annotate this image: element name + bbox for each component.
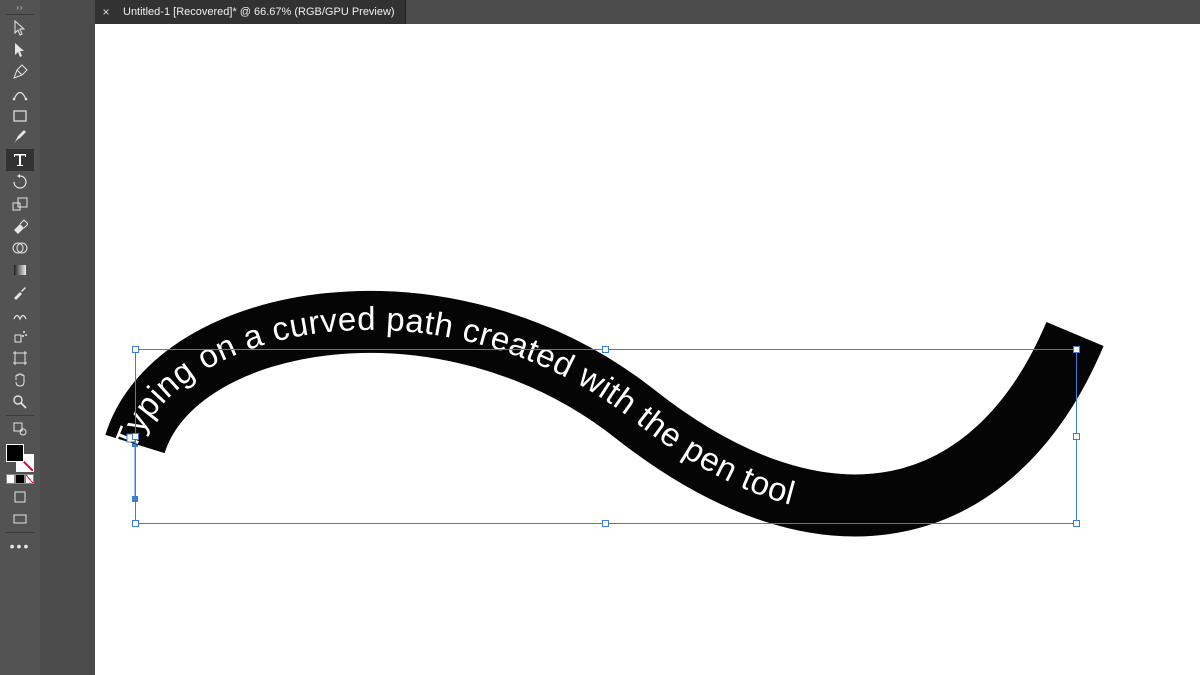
artboard-icon — [12, 350, 28, 366]
eraser-tool[interactable] — [6, 215, 34, 237]
gradient-icon — [12, 262, 28, 278]
separator — [6, 532, 34, 533]
rectangle-tool[interactable] — [6, 105, 34, 127]
rotate-tool[interactable] — [6, 171, 34, 193]
eyedropper-icon — [12, 284, 28, 300]
shape-builder-tool[interactable] — [6, 237, 34, 259]
curvature-icon — [12, 86, 28, 102]
spray-icon — [12, 328, 28, 344]
cursor-solid-icon — [12, 42, 28, 58]
document-tab-bar: × Untitled-1 [Recovered]* @ 66.67% (RGB/… — [95, 0, 1200, 24]
screen-mode[interactable] — [6, 508, 34, 530]
color-mode-gradient[interactable] — [15, 474, 24, 484]
app-root: ›› — [0, 0, 1200, 675]
document-tab-title: Untitled-1 [Recovered]* @ 66.67% (RGB/GP… — [123, 6, 395, 18]
resize-handle-ne[interactable] — [1073, 346, 1080, 353]
rotate-icon — [12, 174, 28, 190]
eraser-icon — [12, 218, 28, 234]
resize-handle-w[interactable] — [132, 433, 139, 440]
fill-color[interactable] — [6, 444, 24, 462]
panel-expand-grip[interactable]: ›› — [0, 2, 40, 12]
cursor-icon — [12, 20, 28, 36]
color-mode-none[interactable] — [25, 474, 34, 484]
hand-tool[interactable] — [6, 369, 34, 391]
blend-tool[interactable] — [6, 303, 34, 325]
tool-panel: ›› — [0, 0, 40, 675]
type-tool[interactable] — [6, 149, 34, 171]
resize-handle-nw[interactable] — [132, 346, 139, 353]
scale-tool[interactable] — [6, 193, 34, 215]
paintbrush-tool[interactable] — [6, 127, 34, 149]
drawmode-icon — [12, 489, 28, 505]
toggle-fill-stroke[interactable] — [6, 418, 34, 440]
color-mode-row — [6, 474, 34, 486]
resize-handle-e[interactable] — [1073, 433, 1080, 440]
color-mode-solid[interactable] — [6, 474, 15, 484]
type-icon — [12, 152, 28, 168]
edit-toolbar[interactable]: ••• — [6, 535, 34, 557]
canvas[interactable]: Typing on a curved path created with the… — [95, 24, 1200, 675]
resize-handle-s[interactable] — [602, 520, 609, 527]
more-icon: ••• — [10, 538, 31, 554]
fill-stroke-swatch[interactable] — [6, 444, 34, 472]
pen-icon — [12, 64, 28, 80]
document-tab[interactable]: × Untitled-1 [Recovered]* @ 66.67% (RGB/… — [95, 0, 406, 24]
blend-icon — [12, 306, 28, 322]
resize-handle-se[interactable] — [1073, 520, 1080, 527]
brush-icon — [12, 130, 28, 146]
swap-icon — [12, 421, 28, 437]
scale-icon — [12, 196, 28, 212]
selection-tool[interactable] — [6, 17, 34, 39]
screenmode-icon — [12, 511, 28, 527]
separator — [6, 415, 34, 416]
resize-handle-sw[interactable] — [132, 520, 139, 527]
gradient-tool[interactable] — [6, 259, 34, 281]
doc-gutter — [40, 0, 95, 675]
zoom-tool[interactable] — [6, 391, 34, 413]
direct-selection-tool[interactable] — [6, 39, 34, 61]
artboard-tool[interactable] — [6, 347, 34, 369]
separator — [6, 14, 34, 15]
shapebuilder-icon — [12, 240, 28, 256]
selection-bounding-box[interactable] — [135, 349, 1077, 524]
main-area: × Untitled-1 [Recovered]* @ 66.67% (RGB/… — [95, 0, 1200, 675]
rectangle-icon — [12, 108, 28, 124]
hand-icon — [12, 372, 28, 388]
curvature-tool[interactable] — [6, 83, 34, 105]
symbol-sprayer-tool[interactable] — [6, 325, 34, 347]
close-tab-button[interactable]: × — [95, 0, 117, 24]
pen-tool[interactable] — [6, 61, 34, 83]
draw-mode-normal[interactable] — [6, 486, 34, 508]
resize-handle-n[interactable] — [602, 346, 609, 353]
zoom-icon — [12, 394, 28, 410]
eyedropper-tool[interactable] — [6, 281, 34, 303]
